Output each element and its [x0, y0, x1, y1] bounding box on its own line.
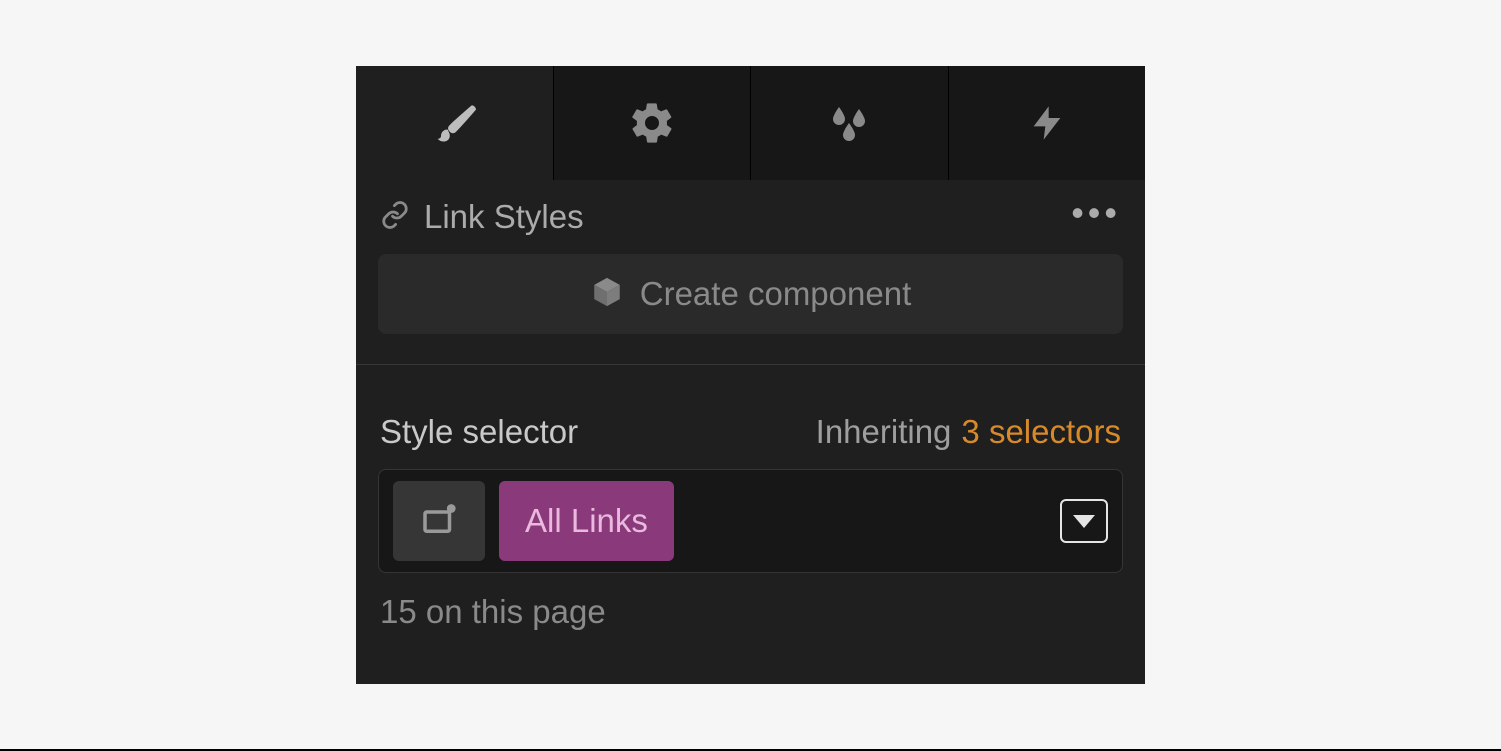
create-component-label: Create component [640, 275, 912, 313]
selector-tag[interactable]: All Links [499, 481, 674, 561]
inheriting-count[interactable]: 3 selectors [961, 413, 1121, 451]
base-element-icon [418, 498, 460, 545]
more-icon[interactable]: ••• [1071, 208, 1121, 226]
create-component-button[interactable]: Create component [378, 254, 1123, 334]
tab-settings[interactable] [553, 66, 751, 180]
base-element-chip[interactable] [393, 481, 485, 561]
element-title: Link Styles [424, 198, 584, 236]
tab-interactions[interactable] [948, 66, 1146, 180]
selector-dropdown-button[interactable] [1060, 499, 1108, 543]
tab-style[interactable] [356, 66, 553, 180]
brush-icon [428, 97, 480, 149]
caret-down-icon [1073, 515, 1095, 528]
tab-effects[interactable] [750, 66, 948, 180]
element-header: Link Styles ••• [356, 180, 1145, 248]
water-drops-icon [825, 99, 873, 147]
selector-usage-count: 15 on this page [356, 573, 1145, 631]
selector-bar[interactable]: All Links [378, 469, 1123, 573]
style-selector-label: Style selector [380, 413, 578, 451]
style-selector-header: Style selector Inheriting 3 selectors [356, 365, 1145, 469]
link-icon [380, 200, 410, 235]
selector-tag-label: All Links [525, 502, 648, 540]
cube-icon [590, 275, 624, 314]
gear-icon [628, 99, 676, 147]
lightning-icon [1027, 103, 1067, 143]
panel-tabs [356, 66, 1145, 180]
inheriting-label: Inheriting [816, 413, 952, 451]
style-panel: Link Styles ••• Create component Style s… [356, 66, 1145, 684]
